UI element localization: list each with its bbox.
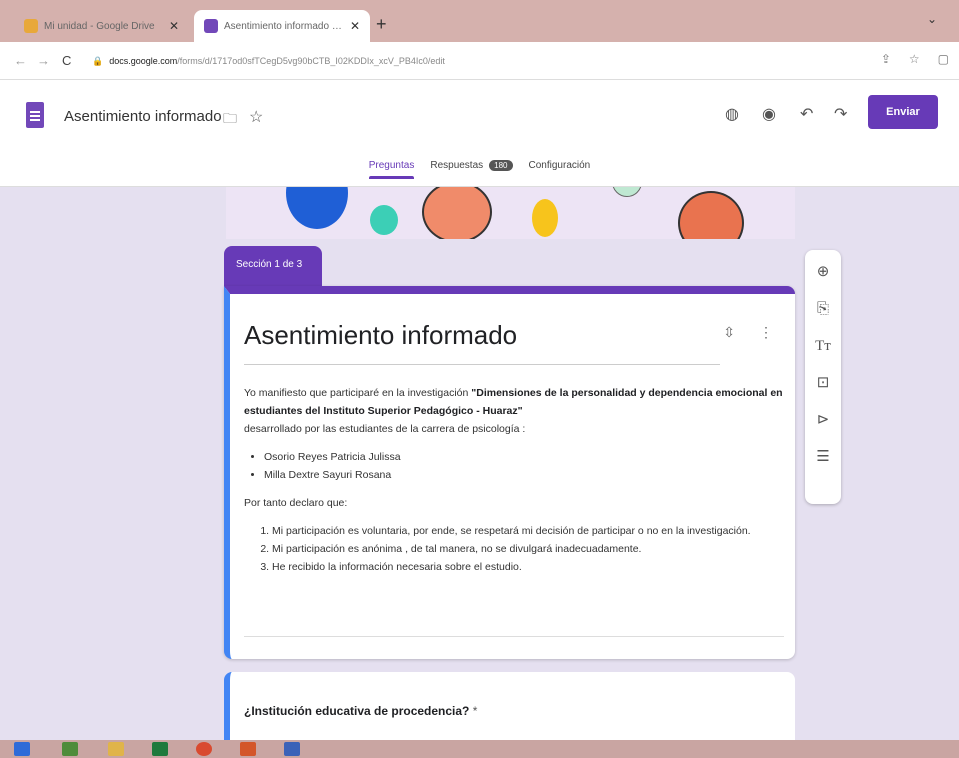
required-asterisk: * [469, 704, 478, 718]
collapse-section-icon[interactable]: ⇳ [723, 324, 735, 341]
question-title[interactable]: ¿Institución educativa de procedencia? * [244, 704, 477, 718]
browser-tab-title: Asentimiento informado - Formularios de … [224, 20, 344, 32]
browser-toolbar: ← → C 🔒 docs.google.com /forms/d/1717od0… [0, 42, 959, 80]
back-arrow-icon[interactable]: ← [14, 53, 27, 68]
close-tab-icon[interactable]: ✕ [350, 19, 360, 33]
add-video-icon[interactable]: ⊳ [817, 410, 830, 430]
blue-circle-shape [286, 187, 348, 229]
excel-taskbar-icon[interactable] [152, 742, 168, 756]
tab-search-chevron-icon[interactable]: ⌄ [927, 12, 937, 26]
green-figure-shape [612, 187, 642, 197]
add-title-icon[interactable]: Tт [815, 336, 831, 356]
folder-taskbar-icon[interactable] [108, 742, 124, 756]
folder-icon[interactable]: 🗀 [223, 108, 237, 132]
list-item: Milla Dextre Sayuri Rosana [264, 466, 784, 484]
browser-taskbar-icon[interactable] [62, 742, 78, 756]
reload-icon[interactable]: C [62, 53, 71, 68]
add-section-icon[interactable]: ☰ [816, 447, 829, 467]
form-tabs: Preguntas Respuestas 180 Configuración [0, 160, 959, 179]
add-question-icon[interactable]: ⊕ [817, 262, 830, 282]
title-underline [244, 364, 720, 365]
close-tab-icon[interactable]: ✕ [169, 19, 179, 33]
question-text: ¿Institución educativa de procedencia? [244, 704, 470, 718]
tab-configuracion[interactable]: Configuración [529, 160, 591, 179]
red-figure-shape [678, 191, 744, 239]
share-icon[interactable]: ⇪ [881, 52, 891, 66]
header-banner-image [226, 187, 795, 239]
address-bar[interactable]: 🔒 docs.google.com /forms/d/1717od0sfTCeg… [92, 50, 862, 72]
google-forms-logo-icon[interactable] [26, 102, 44, 128]
section-title[interactable]: Asentimiento informado [244, 320, 517, 351]
declare-text: Por tanto declaro que: [244, 497, 348, 509]
side-panel-icon[interactable]: ▢ [938, 52, 949, 66]
yellow-circle-shape [532, 199, 558, 237]
more-options-icon[interactable]: ⋮ [759, 324, 773, 341]
intro-text: Yo manifiesto que participaré en la inve… [244, 387, 472, 399]
palette-icon[interactable]: ◍ [725, 104, 739, 124]
lock-icon: 🔒 [92, 55, 104, 66]
face-illustration-shape [422, 187, 492, 239]
redo-icon[interactable]: ↷ [834, 104, 847, 124]
tab-preguntas[interactable]: Preguntas [368, 160, 415, 179]
responses-count-badge: 180 [489, 160, 513, 171]
import-questions-icon[interactable]: ⎘ [817, 299, 829, 319]
url-host: docs.google.com [109, 56, 178, 66]
list-item: Osorio Reyes Patricia Julissa [264, 448, 784, 466]
section-indicator: Sección 1 de 3 [224, 246, 322, 288]
undo-icon[interactable]: ↶ [800, 104, 813, 124]
teal-circle-shape [370, 205, 398, 235]
forms-header: Asentimiento informado 🗀 ☆ ◍ ◉ ↶ ↷ Envia… [0, 80, 959, 187]
os-taskbar [0, 740, 959, 758]
list-item: He recibido la información necesaria sob… [272, 558, 784, 576]
word-taskbar-icon[interactable] [284, 742, 300, 756]
section-label: Sección 1 de 3 [236, 259, 303, 270]
add-image-icon[interactable]: ⊡ [817, 373, 830, 393]
start-icon[interactable] [14, 742, 30, 756]
section-description[interactable]: Yo manifiesto que participaré en la inve… [244, 384, 784, 576]
intro-paragraph: Yo manifiesto que participaré en la inve… [244, 384, 784, 420]
new-tab-icon[interactable]: + [376, 14, 387, 35]
form-title[interactable]: Asentimiento informado [64, 108, 222, 125]
question-card[interactable]: ¿Institución educativa de procedencia? * [224, 672, 795, 742]
tab-label: Preguntas [368, 160, 415, 171]
drive-favicon-icon [24, 19, 38, 33]
tab-label: Configuración [528, 160, 591, 171]
powerpoint-taskbar-icon[interactable] [240, 742, 256, 756]
floating-toolbar: ⊕ ⎘ Tт ⊡ ⊳ ☰ [805, 250, 841, 504]
chrome-taskbar-icon[interactable] [196, 742, 212, 756]
list-item: Mi participación es anónima , de tal man… [272, 540, 784, 558]
tab-label: Respuestas [430, 160, 484, 171]
send-button[interactable]: Enviar [868, 95, 938, 129]
authors-list: Osorio Reyes Patricia Julissa Milla Dext… [264, 448, 784, 484]
bookmark-star-icon[interactable]: ☆ [909, 52, 920, 66]
browser-tab-title: Mi unidad - Google Drive [44, 20, 155, 32]
url-path: /forms/d/1717od0sfTCegD5vg90bCTB_I02KDDI… [177, 56, 445, 66]
browser-tab-drive[interactable]: Mi unidad - Google Drive ✕ [14, 10, 189, 42]
preview-eye-icon[interactable]: ◉ [762, 104, 776, 124]
browser-tab-forms[interactable]: Asentimiento informado - Formularios de … [194, 10, 370, 42]
star-icon[interactable]: ☆ [249, 107, 263, 127]
description-underline [244, 636, 784, 637]
statements-list: Mi participación es voluntaria, por ende… [272, 522, 784, 576]
forms-favicon-icon [204, 19, 218, 33]
forward-arrow-icon[interactable]: → [37, 53, 50, 68]
developed-by-text: desarrollado por las estudiantes de la c… [244, 423, 526, 435]
section-header-card[interactable]: Asentimiento informado ⇳ ⋮ Yo manifiesto… [224, 286, 795, 659]
list-item: Mi participación es voluntaria, por ende… [272, 522, 784, 540]
browser-tab-strip: Mi unidad - Google Drive ✕ Asentimiento … [0, 0, 959, 42]
tab-respuestas[interactable]: Respuestas 180 [430, 160, 513, 179]
